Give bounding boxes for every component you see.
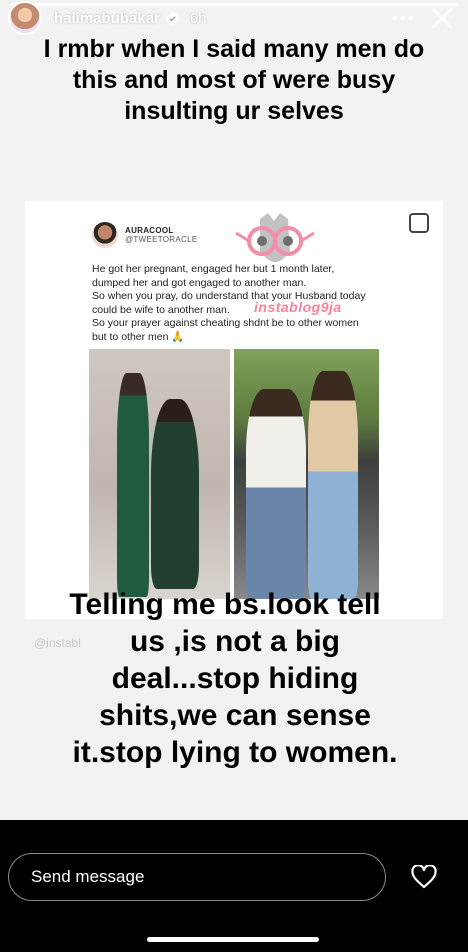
photo-couple-right [234, 349, 379, 599]
tweet-author-handle: @TWEETORACLE [125, 235, 198, 244]
tweet-line: dumped her and got engaged to another ma… [92, 276, 307, 289]
photo-couple-left [89, 349, 230, 599]
close-icon[interactable] [428, 4, 456, 32]
overlay-line: it.stop lying to women. [72, 736, 398, 769]
verified-badge-icon [165, 11, 180, 26]
tweet-header: AURACOOL @TWEETORACLE [92, 222, 197, 248]
overlay-line: us ,is not a big [129, 625, 340, 658]
overlay-line: shits,we can sense [99, 699, 371, 732]
avatar[interactable] [8, 1, 42, 35]
tweet-author-avatar [92, 222, 118, 248]
overlay-line: Telling me bs.look tell [69, 588, 381, 621]
send-message-field[interactable] [8, 853, 386, 901]
tweet-author: AURACOOL @TWEETORACLE [125, 226, 197, 244]
tweet-line: So your prayer against cheating shdnt be… [92, 317, 359, 329]
square-icon [409, 213, 429, 233]
overlay-line: deal...stop hiding [111, 662, 359, 695]
story-header: halimabubakar 6h [8, 1, 460, 35]
home-indicator[interactable] [147, 937, 319, 942]
overlay-text: Telling me bs.look tell us ,is not a big… [20, 586, 450, 771]
tweet-author-name: AURACOOL [125, 226, 174, 235]
username[interactable]: halimabubakar [54, 10, 160, 27]
more-icon[interactable] [392, 8, 414, 28]
watermark: instablog9ja [254, 299, 342, 315]
heart-icon[interactable] [410, 864, 438, 890]
story-content[interactable]: halimabubakar 6h I rmbr when I said many… [0, 0, 468, 820]
story-timestamp: 6h [189, 9, 207, 27]
tweet-line: He got her pregnant, engaged her but 1 m… [92, 263, 335, 275]
send-message-input[interactable] [9, 854, 385, 900]
embedded-post-image: AURACOOL @TWEETORACLE He got her pregnan… [25, 201, 443, 619]
story-caption: I rmbr when I said many men do this and … [43, 35, 425, 125]
tweet-line: but to other men 🙏 [92, 330, 185, 343]
